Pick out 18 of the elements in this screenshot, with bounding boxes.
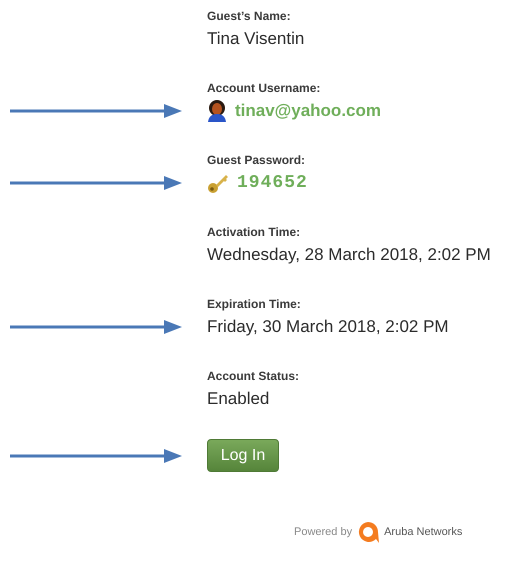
password-text: 194652 bbox=[237, 173, 308, 193]
field-label: Account Status: bbox=[207, 369, 300, 383]
username-text: tinav@yahoo.com bbox=[235, 101, 381, 121]
person-icon bbox=[207, 100, 227, 122]
logo-icon bbox=[356, 520, 380, 544]
field-label: Account Username: bbox=[207, 81, 320, 95]
field-value: Tina Visentin bbox=[207, 29, 304, 49]
field-label: Activation Time: bbox=[207, 225, 300, 239]
brand-name: Aruba Networks bbox=[384, 526, 462, 538]
field-value: Friday, 30 March 2018, 2:02 PM bbox=[207, 317, 449, 337]
field-label: Guest’s Name: bbox=[207, 9, 291, 23]
key-icon bbox=[207, 172, 229, 194]
field-label: Guest Password: bbox=[207, 153, 306, 167]
field-label: Expiration Time: bbox=[207, 297, 301, 311]
powered-by-text: Powered by bbox=[294, 526, 352, 538]
field-value: Wednesday, 28 March 2018, 2:02 PM bbox=[207, 245, 491, 265]
login-button[interactable]: Log In bbox=[207, 439, 279, 472]
field-value: Enabled bbox=[207, 389, 270, 409]
